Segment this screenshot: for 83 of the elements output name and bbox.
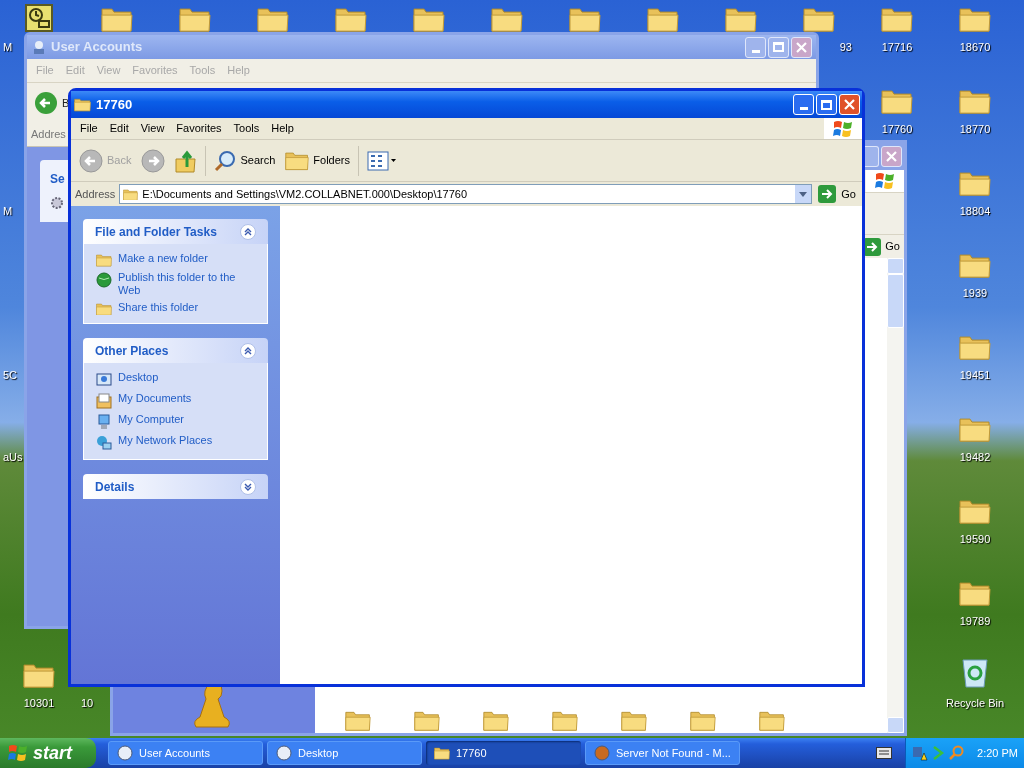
shared-folder-icon xyxy=(96,301,112,316)
documents-icon xyxy=(96,393,112,410)
menu-item[interactable]: File xyxy=(75,120,103,137)
folder-icon xyxy=(434,746,450,760)
minimize-button[interactable] xyxy=(745,36,766,58)
collapse-chevron-icon[interactable] xyxy=(240,342,256,359)
new-folder-icon xyxy=(96,253,112,267)
views-button[interactable] xyxy=(365,150,399,171)
taskbar-button[interactable]: Server Not Found - M... xyxy=(585,741,740,765)
task-link[interactable]: Share this folder xyxy=(118,300,199,314)
scroll-thumb[interactable] xyxy=(887,274,904,328)
desktop-icon-label[interactable]: 17716 xyxy=(881,41,913,53)
collapse-chevron-icon[interactable] xyxy=(240,223,256,240)
task-link[interactable]: Desktop xyxy=(118,371,159,385)
desktop-icon-label[interactable]: 19451 xyxy=(959,369,991,381)
gear-icon xyxy=(50,196,64,210)
panel-heading: Se xyxy=(50,171,66,188)
network-warning-icon[interactable] xyxy=(912,745,928,761)
taskbar-button[interactable]: Desktop xyxy=(267,741,422,765)
desktop-icon-label[interactable]: M xyxy=(3,41,13,53)
desktop-icon-label[interactable]: 18770 xyxy=(959,123,991,135)
close-icon xyxy=(886,151,897,162)
computer-icon xyxy=(96,414,112,431)
expand-chevron-icon[interactable] xyxy=(240,478,256,495)
clock: 2:20 PM xyxy=(977,745,1018,761)
globe-icon xyxy=(96,271,112,288)
menu-item[interactable]: Favorites xyxy=(171,120,227,137)
network-icon xyxy=(96,435,112,452)
desktop-icon-label[interactable]: Recycle Bin xyxy=(945,697,1005,709)
address-field[interactable]: E:\Documents and Settings\VM2.COLLABNET.000\Desktop\17760 xyxy=(119,184,813,204)
keyboard-icon[interactable] xyxy=(876,747,892,759)
search-button[interactable]: Search xyxy=(212,149,278,172)
task-link[interactable]: My Documents xyxy=(118,392,192,406)
desktop-icon-label[interactable]: 1939 xyxy=(962,287,988,299)
desktop-icon-label[interactable]: 10 xyxy=(81,697,94,709)
close-button[interactable] xyxy=(791,36,812,58)
close-icon xyxy=(796,41,807,53)
views-icon xyxy=(367,150,397,171)
menu-item[interactable]: Edit xyxy=(104,120,134,137)
menu-item[interactable]: Tools xyxy=(228,120,265,137)
address-label: Address xyxy=(75,186,116,202)
folder-icon xyxy=(123,187,139,201)
window-title: 17760 xyxy=(96,95,133,114)
task-panel-header[interactable]: File and Folder Tasks xyxy=(83,219,268,244)
folder-icon xyxy=(74,97,91,112)
start-button[interactable]: start xyxy=(0,738,96,768)
dropdown-button[interactable] xyxy=(795,185,812,203)
go-button[interactable]: Go xyxy=(816,185,858,203)
folders-button[interactable]: Folders xyxy=(283,150,352,171)
task-link[interactable]: My Computer xyxy=(118,413,185,427)
menu-item[interactable]: Help xyxy=(266,120,299,137)
window-title: User Accounts xyxy=(51,38,143,57)
taskbar-button[interactable]: User Accounts xyxy=(108,741,263,765)
close-icon xyxy=(844,99,855,110)
task-link[interactable]: My Network Places xyxy=(118,434,213,448)
task-panel-header[interactable]: Other Places xyxy=(83,338,268,364)
windows-logo-icon xyxy=(833,119,853,138)
search-icon xyxy=(214,149,237,172)
desktop-icon-label[interactable]: 19482 xyxy=(959,451,991,463)
folder-up-icon xyxy=(175,148,198,173)
desktop-icon-label[interactable]: 5C xyxy=(3,369,18,381)
task-panel-header[interactable]: Details xyxy=(83,474,268,500)
desktop-icon-label[interactable]: 10301 xyxy=(23,697,55,709)
task-link[interactable]: Make a new folder xyxy=(118,252,208,265)
desktop-icon-label[interactable]: 17760 xyxy=(881,123,913,135)
desktop-icon-label[interactable]: 18804 xyxy=(959,205,991,217)
desktop-icon-label[interactable]: 19789 xyxy=(959,615,991,627)
taskbar-button[interactable]: 17760 xyxy=(426,741,581,765)
task-link[interactable]: Publish this folder to the Web xyxy=(118,270,255,297)
windows-logo-icon xyxy=(875,172,895,190)
desktop-icon-label[interactable]: aUs xyxy=(3,451,23,463)
desktop-icon-label[interactable]: M xyxy=(3,205,13,217)
scheduled-task-icon xyxy=(25,4,53,32)
menu-item[interactable]: View xyxy=(135,120,170,137)
cut-off-label[interactable]: B xyxy=(62,94,70,112)
folders-icon xyxy=(285,150,310,171)
windows-logo-icon xyxy=(8,744,28,762)
scrollbar[interactable] xyxy=(887,258,904,733)
address-label: Addres xyxy=(31,127,66,143)
desktop-icon-label[interactable]: 18670 xyxy=(959,41,991,53)
desktop-icon-label[interactable]: 19590 xyxy=(959,533,991,545)
recycle-bin-icon xyxy=(960,656,990,688)
desktop-icon-label[interactable]: 93 xyxy=(839,41,852,53)
